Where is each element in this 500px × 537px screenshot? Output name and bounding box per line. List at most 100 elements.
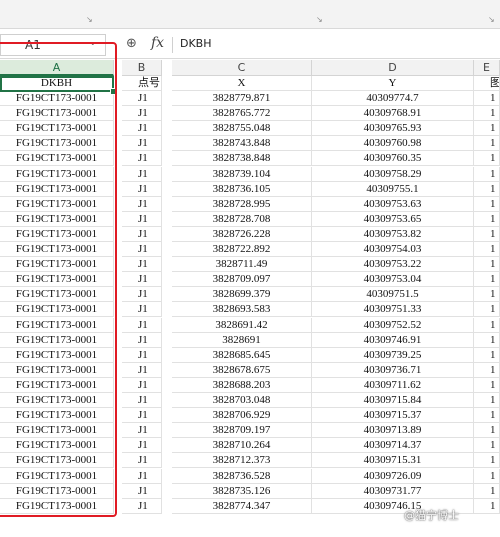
cell-x[interactable]: 3828699.379 [172,287,312,303]
cell-x[interactable]: 3828779.871 [172,91,312,106]
cell-y[interactable]: 40309752.52 [312,317,474,333]
cell-x[interactable]: 3828711.49 [172,257,312,273]
cell-e[interactable]: 1 [474,483,500,499]
cell-header-e[interactable]: 图 [474,76,500,91]
cell-point[interactable]: J1 [122,226,162,242]
cell-header-point[interactable]: 点号 [122,76,162,91]
cell-point[interactable]: J1 [122,347,162,363]
cell-x[interactable]: 3828739.104 [172,166,312,182]
cell-point[interactable]: J1 [122,211,162,227]
cell-point[interactable]: J1 [122,408,162,424]
cell-point[interactable]: J1 [122,106,162,122]
cell-y[interactable]: 40309715.37 [312,408,474,424]
cell-e[interactable]: 1 [474,136,500,152]
cell-e[interactable]: 1 [474,347,500,363]
cell-x[interactable]: 3828736.105 [172,181,312,197]
cell-x[interactable]: 3828710.264 [172,438,312,454]
cell-y[interactable]: 40309711.62 [312,377,474,393]
cell-y[interactable]: 40309751.33 [312,302,474,318]
cell-point[interactable]: J1 [122,257,162,273]
group-launcher-icon[interactable]: ↘ [488,15,495,24]
cell-point[interactable]: J1 [122,302,162,318]
column-header-d[interactable]: D [312,60,474,76]
cell-point[interactable]: J1 [122,166,162,182]
cell-e[interactable]: 1 [474,317,500,333]
cell-e[interactable]: 1 [474,272,500,288]
cell-e[interactable]: 1 [474,257,500,273]
cell-e[interactable]: 1 [474,121,500,137]
cell-e[interactable]: 1 [474,468,500,484]
cell-point[interactable]: J1 [122,121,162,137]
cell-y[interactable]: 40309715.84 [312,393,474,408]
cell-header-x[interactable]: X [172,76,312,91]
cell-x[interactable]: 3828722.892 [172,242,312,257]
group-launcher-icon[interactable]: ↘ [316,15,323,24]
cell-x[interactable]: 3828712.373 [172,453,312,469]
cell-y[interactable]: 40309754.03 [312,242,474,257]
cell-y[interactable]: 40309753.82 [312,226,474,242]
cell-e[interactable]: 1 [474,151,500,167]
cell-e[interactable]: 1 [474,362,500,378]
formula-input[interactable]: DKBH [180,37,212,50]
cell-point[interactable]: J1 [122,317,162,333]
cell-e[interactable]: 1 [474,498,500,514]
cell-y[interactable]: 40309774.7 [312,91,474,106]
cell-y[interactable]: 40309726.09 [312,468,474,484]
cell-x[interactable]: 3828726.228 [172,226,312,242]
cell-e[interactable]: 1 [474,377,500,393]
cell-e[interactable]: 1 [474,332,500,348]
cell-e[interactable]: 1 [474,242,500,257]
cell-x[interactable]: 3828735.126 [172,483,312,499]
cell-y[interactable]: 40309713.89 [312,423,474,439]
cell-x[interactable]: 3828728.708 [172,211,312,227]
cell-y[interactable]: 40309746.91 [312,332,474,348]
cell-e[interactable]: 1 [474,211,500,227]
cell-x[interactable]: 3828678.675 [172,362,312,378]
cell-e[interactable]: 1 [474,196,500,212]
cell-e[interactable]: 1 [474,91,500,106]
cell-point[interactable]: J1 [122,272,162,288]
zoom-icon[interactable]: ⊕ [126,36,137,51]
cell-point[interactable]: J1 [122,453,162,469]
group-launcher-icon[interactable]: ↘ [86,15,93,24]
cell-y[interactable]: 40309715.31 [312,453,474,469]
cell-point[interactable]: J1 [122,423,162,439]
cell-point[interactable]: J1 [122,377,162,393]
cell-x[interactable]: 3828709.197 [172,423,312,439]
cell-y[interactable]: 40309739.25 [312,347,474,363]
column-header-e[interactable]: E [474,60,500,76]
cell-e[interactable]: 1 [474,393,500,408]
cell-x[interactable]: 3828774.347 [172,498,312,514]
cell-y[interactable]: 40309714.37 [312,438,474,454]
cell-y[interactable]: 40309736.71 [312,362,474,378]
cell-y[interactable]: 40309731.77 [312,483,474,499]
cell-y[interactable]: 40309758.29 [312,166,474,182]
cell-y[interactable]: 40309760.35 [312,151,474,167]
cell-point[interactable]: J1 [122,438,162,454]
cell-header-y[interactable]: Y [312,76,474,91]
cell-x[interactable]: 3828706.929 [172,408,312,424]
cell-x[interactable]: 3828738.848 [172,151,312,167]
cell-e[interactable]: 1 [474,166,500,182]
cell-e[interactable]: 1 [474,408,500,424]
cell-point[interactable]: J1 [122,91,162,106]
cell-e[interactable]: 1 [474,423,500,439]
cell-point[interactable]: J1 [122,498,162,514]
cell-x[interactable]: 3828693.583 [172,302,312,318]
cell-x[interactable]: 3828691.42 [172,317,312,333]
cell-point[interactable]: J1 [122,483,162,499]
cell-e[interactable]: 1 [474,287,500,303]
cell-y[interactable]: 40309751.5 [312,287,474,303]
cell-y[interactable]: 40309765.93 [312,121,474,137]
cell-point[interactable]: J1 [122,332,162,348]
cell-y[interactable]: 40309753.65 [312,211,474,227]
cell-e[interactable]: 1 [474,438,500,454]
cell-y[interactable]: 40309753.04 [312,272,474,288]
cell-y[interactable]: 40309755.1 [312,181,474,197]
cell-y[interactable]: 40309753.63 [312,196,474,212]
cell-point[interactable]: J1 [122,151,162,167]
cell-x[interactable]: 3828709.097 [172,272,312,288]
cell-point[interactable]: J1 [122,196,162,212]
cell-x[interactable]: 3828765.772 [172,106,312,122]
cell-x[interactable]: 3828743.848 [172,136,312,152]
